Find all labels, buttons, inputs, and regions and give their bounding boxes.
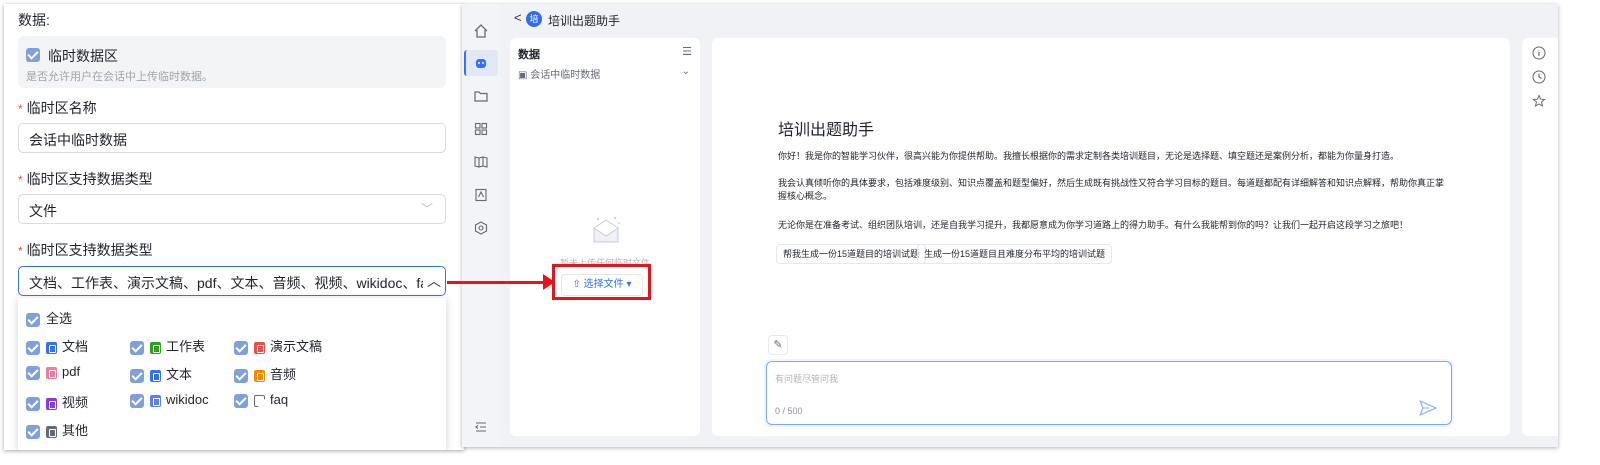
temp-types-multiselect[interactable]: 文档、工作表、演示文稿、pdf、文本、音频、视频、wikidoc、faq、其 ︿ xyxy=(18,266,446,296)
assistant-app-window: < 培 培训出题助手 数据 ☰ ▣ 会话中临时数据 ⌄ 暂未上传任何临时文件 ⇧… xyxy=(462,4,1558,447)
intro-paragraph: 你好！我是你的智能学习伙伴，很高兴能为你提供帮助。我擅长根据你的需求定制各类培训… xyxy=(778,151,1400,161)
annotation-arrow-line xyxy=(447,281,548,284)
temp-name-label: * 临时区名称 xyxy=(18,100,97,116)
suggestion-chip[interactable]: 帮我生成一份15道题目的培训试题 xyxy=(776,244,927,264)
template-icon[interactable] xyxy=(473,187,489,203)
faq-icon xyxy=(254,394,265,407)
temp-area-label: 临时数据区 xyxy=(48,48,118,64)
sheet-icon xyxy=(150,341,161,354)
data-panel: 数据 ☰ ▣ 会话中临时数据 ⌄ 暂未上传任何临时文件 ⇧ 选择文件 ▾ xyxy=(510,38,700,436)
option-slides[interactable]: 演示文稿 xyxy=(234,336,322,355)
left-nav-rail xyxy=(462,4,500,447)
temp-area-desc: 是否允许用户在会话中上传临时数据。 xyxy=(26,71,213,83)
wikidoc-icon xyxy=(150,394,161,407)
send-icon[interactable] xyxy=(1419,400,1437,416)
other-icon xyxy=(46,425,57,438)
database-icon: ▣ xyxy=(518,70,531,81)
checkbox[interactable] xyxy=(26,312,40,327)
option-other[interactable]: 其他 xyxy=(26,420,88,439)
option-text[interactable]: 文本 xyxy=(130,364,192,383)
history-icon[interactable] xyxy=(1532,70,1546,84)
checkbox[interactable] xyxy=(26,424,40,439)
option-select-all[interactable]: 全选 xyxy=(26,308,72,327)
info-icon[interactable] xyxy=(1532,46,1546,60)
checkbox[interactable] xyxy=(130,393,144,408)
back-button[interactable]: < xyxy=(514,10,522,25)
video-icon xyxy=(46,397,57,410)
temp-area-option[interactable]: 临时数据区 是否允许用户在会话中上传临时数据。 xyxy=(18,36,446,88)
checkbox[interactable] xyxy=(234,393,248,408)
list-menu-icon[interactable]: ☰ xyxy=(682,45,692,58)
option-faq[interactable]: faq xyxy=(234,392,288,408)
temp-types-label: * 临时区支持数据类型 xyxy=(18,242,153,258)
chevron-down-icon[interactable]: ⌄ xyxy=(682,66,690,77)
annotation-highlight-box xyxy=(552,264,651,300)
chat-title: 培训出题助手 xyxy=(778,122,875,139)
empty-box-icon xyxy=(593,217,620,243)
suggestion-chip[interactable]: 生成一份15道题目且难度分布平均的培训试题 xyxy=(917,244,1113,264)
plugin-icon[interactable] xyxy=(473,220,489,236)
checkbox[interactable] xyxy=(26,396,40,411)
option-video[interactable]: 视频 xyxy=(26,392,88,411)
checkbox[interactable] xyxy=(26,340,40,355)
checkbox[interactable] xyxy=(234,368,248,383)
temp-data-item[interactable]: ▣ 会话中临时数据 xyxy=(518,66,600,81)
chat-input[interactable]: 有问题尽管问我 0 / 500 xyxy=(766,361,1452,425)
collapse-menu-icon[interactable] xyxy=(473,419,489,435)
assistant-logo: 培 xyxy=(526,11,542,27)
types-dropdown: 全选 文档 工作表 演示文稿 pdf 文本 音频 视频 wikidoc faq … xyxy=(18,298,446,450)
required-mark: * xyxy=(18,244,23,258)
chevron-down-icon: ﹀ xyxy=(420,202,433,216)
agent-icon[interactable] xyxy=(473,55,489,71)
doc-icon xyxy=(46,341,57,354)
option-audio[interactable]: 音频 xyxy=(234,364,296,383)
apps-grid-icon[interactable] xyxy=(473,121,489,137)
checkbox[interactable] xyxy=(234,340,248,355)
attachment-icon[interactable]: ✎ xyxy=(768,335,788,355)
temp-type-select[interactable]: 文件 ﹀ xyxy=(18,194,446,224)
intro-paragraph: 我会认真倾听你的具体要求，包括难度级别、知识点覆盖和题型偏好，然后生成既有挑战性… xyxy=(778,178,1445,201)
checkbox[interactable] xyxy=(130,340,144,355)
option-pdf[interactable]: pdf xyxy=(26,364,80,380)
home-icon[interactable] xyxy=(473,23,489,39)
char-counter: 0 / 500 xyxy=(775,406,803,416)
option-wikidoc[interactable]: wikidoc xyxy=(130,392,209,408)
chevron-up-icon[interactable]: ︿ xyxy=(423,267,445,295)
book-icon[interactable] xyxy=(473,154,489,170)
section-title: 数据: xyxy=(18,12,50,28)
data-panel-title: 数据 xyxy=(518,49,540,61)
chat-area: 培训出题助手 你好！我是你的智能学习伙伴，很高兴能为你提供帮助。我擅长根据你的需… xyxy=(712,38,1510,436)
required-mark: * xyxy=(18,173,23,187)
checkbox[interactable] xyxy=(26,365,40,380)
right-tool-rail xyxy=(1522,38,1558,436)
slides-icon xyxy=(254,341,265,354)
option-sheet[interactable]: 工作表 xyxy=(130,336,205,355)
option-doc[interactable]: 文档 xyxy=(26,336,88,355)
text-icon xyxy=(150,369,161,382)
pdf-icon xyxy=(46,366,57,379)
intro-paragraph: 无论你是在准备考试、组织团队培训，还是自我学习提升，我都愿意成为你学习道路上的得… xyxy=(778,220,1409,230)
required-mark: * xyxy=(18,102,23,116)
star-icon[interactable] xyxy=(1532,94,1546,108)
assistant-title: 培训出题助手 xyxy=(548,14,621,28)
temp-name-input[interactable]: 会话中临时数据 xyxy=(18,123,446,153)
folder-icon[interactable] xyxy=(473,88,489,104)
checkbox[interactable] xyxy=(130,368,144,383)
data-config-panel: 数据: 临时数据区 是否允许用户在会话中上传临时数据。 * 临时区名称 会话中临时… xyxy=(4,4,464,450)
temp-type-label: * 临时区支持数据类型 xyxy=(18,171,153,187)
audio-icon xyxy=(254,369,265,382)
chat-input-placeholder: 有问题尽管问我 xyxy=(775,374,839,384)
temp-area-checkbox[interactable] xyxy=(26,48,40,62)
